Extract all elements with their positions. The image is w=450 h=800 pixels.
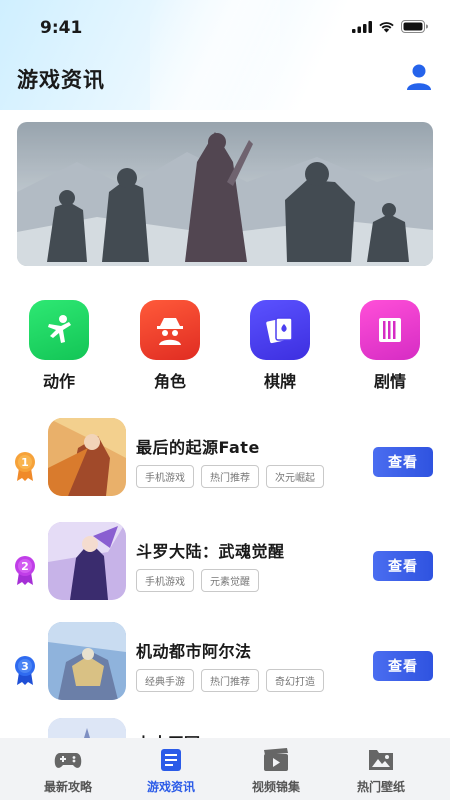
- rank-badge-blue-icon: 3: [15, 656, 35, 685]
- hero-banner[interactable]: [17, 122, 433, 266]
- video-icon: [264, 748, 288, 771]
- bottom-tab-bar: 最新攻略 游戏资讯 视频锦集 热门壁纸: [0, 738, 450, 800]
- game-thumbnail: [48, 622, 126, 700]
- spy-icon: [140, 300, 200, 360]
- status-bar: 9:41: [0, 0, 450, 56]
- news-icon: [161, 749, 181, 771]
- tag-list: 手机游戏 元素觉醒: [136, 569, 259, 592]
- category-label: 剧情: [373, 372, 406, 391]
- tag: 热门推荐: [201, 669, 259, 692]
- kick-icon: [29, 300, 89, 360]
- category-label: 动作: [42, 372, 75, 391]
- tab-label: 视频锦集: [251, 780, 300, 794]
- category-role[interactable]: 角色: [135, 300, 205, 392]
- category-row: 动作 角色 棋牌 剧情: [0, 300, 450, 395]
- book-icon: [360, 300, 420, 360]
- banner-artwork: [17, 122, 433, 266]
- battery-icon: [401, 20, 428, 33]
- rank-number: 3: [21, 660, 29, 673]
- tab-hot-wallpapers[interactable]: 热门壁纸: [336, 748, 426, 795]
- page-title: 游戏资讯: [17, 68, 105, 92]
- rank-number: 2: [21, 560, 29, 573]
- view-button[interactable]: 查看: [373, 551, 433, 581]
- gamepad-icon: [54, 753, 82, 768]
- status-time: 9:41: [40, 18, 83, 38]
- tab-latest-guides[interactable]: 最新攻略: [23, 748, 113, 795]
- wifi-icon: [379, 21, 394, 32]
- system-icons: [352, 20, 428, 33]
- list-item[interactable]: 2 斗罗大陆：武魂觉醒 手机游戏 元素觉醒 查看: [0, 522, 450, 602]
- category-action[interactable]: 动作: [24, 300, 94, 392]
- game-title: 机动都市阿尔法: [136, 642, 252, 661]
- game-thumbnail: [48, 522, 126, 600]
- list-item[interactable]: 3 机动都市阿尔法 经典手游 热门推荐 奇幻打造 查看: [0, 622, 450, 702]
- rank-number: 1: [21, 456, 29, 469]
- category-chess-cards[interactable]: 棋牌: [245, 300, 315, 392]
- tag-list: 手机游戏 热门推荐 次元崛起: [136, 465, 324, 488]
- category-story[interactable]: 剧情: [355, 300, 425, 392]
- game-title: 斗罗大陆：武魂觉醒: [136, 542, 285, 561]
- category-label: 角色: [153, 372, 186, 391]
- tab-label: 最新攻略: [43, 780, 92, 794]
- signal-icon: [352, 20, 372, 33]
- game-title: 最后的起源Fate: [136, 438, 260, 457]
- wallpaper-icon: [369, 750, 393, 770]
- page-header: 游戏资讯: [0, 56, 450, 106]
- tag: 手机游戏: [136, 569, 194, 592]
- tag: 奇幻打造: [266, 669, 324, 692]
- view-button[interactable]: 查看: [373, 447, 433, 477]
- rank-badge-gold-icon: 1: [15, 452, 35, 481]
- list-item[interactable]: 1 最后的起源Fate 手机游戏 热门推荐 次元崛起 查看: [0, 418, 450, 498]
- cards-icon: [250, 300, 310, 360]
- tag-list: 经典手游 热门推荐 奇幻打造: [136, 669, 324, 692]
- category-label: 棋牌: [263, 372, 296, 391]
- tag: 经典手游: [136, 669, 194, 692]
- tab-game-news[interactable]: 游戏资讯: [126, 748, 216, 795]
- tag: 元素觉醒: [201, 569, 259, 592]
- game-thumbnail: [48, 418, 126, 496]
- tag: 次元崛起: [266, 465, 324, 488]
- tab-video-collection[interactable]: 视频锦集: [231, 748, 321, 795]
- tab-label: 游戏资讯: [146, 780, 195, 794]
- tag: 手机游戏: [136, 465, 194, 488]
- view-button[interactable]: 查看: [373, 651, 433, 681]
- rank-badge-purple-icon: 2: [15, 556, 35, 585]
- user-profile-icon[interactable]: [404, 62, 434, 92]
- tag: 热门推荐: [201, 465, 259, 488]
- tab-label: 热门壁纸: [356, 780, 405, 794]
